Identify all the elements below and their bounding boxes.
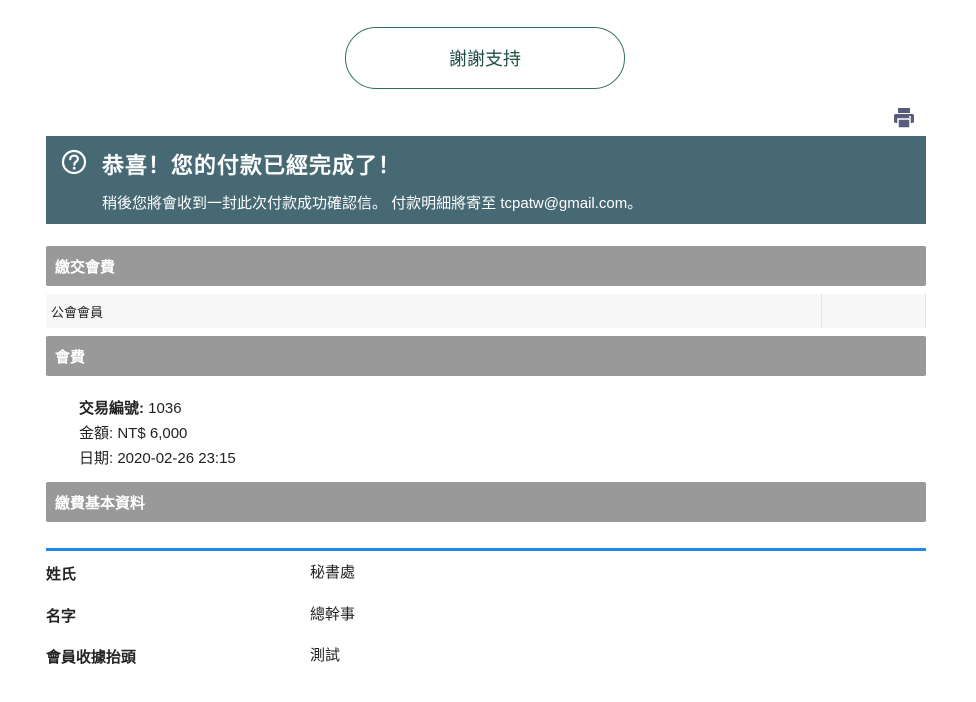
- transaction-date-line: 日期: 2020-02-26 23:15: [79, 446, 236, 471]
- transaction-id-value: 1036: [148, 400, 182, 417]
- fee-item-amount: [821, 294, 926, 328]
- transaction-id-line: 交易編號: 1036: [79, 396, 236, 421]
- profile-row-given-name: 名字 總幹事: [46, 605, 926, 627]
- transaction-amount-line: 金額: NT$ 6,000: [79, 421, 236, 446]
- section-header-fee: 繳交會費: [46, 246, 926, 286]
- profile-label: 姓氏: [46, 566, 77, 583]
- profile-value: 測試: [310, 647, 341, 664]
- profile-row-receipt-title: 會員收據抬頭 測試: [46, 646, 926, 668]
- transaction-date-value: 2020-02-26 23:15: [117, 450, 236, 467]
- section-header-profile-label: 繳費基本資料: [55, 494, 146, 512]
- section-header-fee-label: 繳交會費: [55, 258, 116, 276]
- profile-label: 名字: [46, 608, 77, 625]
- success-title: 恭喜！您的付款已經完成了！: [102, 153, 402, 178]
- section-header-profile: 繳費基本資料: [46, 482, 926, 522]
- question-circle-icon: [61, 149, 87, 175]
- success-banner: 恭喜！您的付款已經完成了！ 稍後您將會收到一封此次付款成功確認信。 付款明細將寄…: [46, 136, 926, 224]
- fee-item-name: 公會會員: [51, 304, 104, 320]
- transaction-amount-label: 金額:: [79, 425, 114, 442]
- profile-label: 會員收據抬頭: [46, 649, 137, 666]
- divider: [46, 548, 926, 551]
- profile-row-surname: 姓氏 秘書處: [46, 563, 926, 585]
- success-message: 稍後您將會收到一封此次付款成功確認信。 付款明細將寄至 tcpatw@gmail…: [102, 195, 643, 212]
- payment-confirmation-page: 謝謝支持 恭喜！您的付款已經完成了！ 稍後您將會收到一封此次付款成功確認信。 付…: [0, 0, 976, 702]
- profile-value: 總幹事: [310, 606, 356, 623]
- section-header-membership-label: 會費: [55, 348, 86, 366]
- profile-value: 秘書處: [310, 564, 356, 581]
- transaction-amount-value: NT$ 6,000: [117, 425, 188, 442]
- thanks-button-label: 謝謝支持: [449, 49, 521, 69]
- table-row: 公會會員: [46, 294, 926, 328]
- thanks-button[interactable]: 謝謝支持: [345, 27, 625, 89]
- section-header-membership: 會費: [46, 336, 926, 376]
- printer-icon[interactable]: [893, 107, 915, 129]
- transaction-date-label: 日期:: [79, 450, 114, 467]
- transaction-details: 交易編號: 1036 金額: NT$ 6,000 日期: 2020-02-26 …: [79, 396, 236, 471]
- transaction-id-label: 交易編號:: [79, 400, 144, 417]
